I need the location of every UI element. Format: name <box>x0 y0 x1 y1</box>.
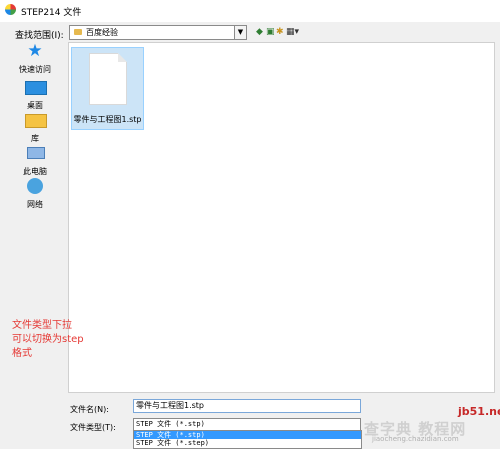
place-label: 库 <box>31 134 39 143</box>
filetype-option[interactable]: STEP 文件 (*.stp) <box>134 431 361 439</box>
window-title: STEP214 文件 <box>21 8 82 18</box>
lookin-value: 百度经验 <box>86 28 118 37</box>
filename-input[interactable]: 零件与工程图1.stp <box>133 399 361 413</box>
lookin-label: 查找范围(I): <box>15 31 64 41</box>
app-icon <box>5 4 16 15</box>
desktop-icon <box>25 81 47 95</box>
library-icon <box>25 114 47 128</box>
computer-icon <box>27 147 45 159</box>
network-icon <box>27 178 43 194</box>
filetype-option[interactable]: STEP 文件 (*.step) <box>134 439 361 447</box>
up-folder-icon[interactable]: ▣ <box>266 27 275 37</box>
annotation-line: 可以切换为step <box>12 334 84 345</box>
watermark-top: jb51.net <box>458 405 500 418</box>
place-quick-access[interactable]: ★ 快速访问 <box>13 41 57 75</box>
place-this-pc[interactable]: 此电脑 <box>13 145 57 176</box>
annotation-line: 格式 <box>12 348 32 359</box>
filename-label: 文件名(N): <box>70 405 109 414</box>
annotation-note: 文件类型下拉 可以切换为step 格式 <box>12 319 102 361</box>
title-bar: STEP214 文件 <box>0 0 500 22</box>
chevron-down-icon[interactable]: ▼ <box>234 26 246 39</box>
lookin-combobox[interactable]: 百度经验 ▼ <box>69 25 247 40</box>
file-name: 零件与工程图1.stp <box>73 115 142 124</box>
file-item[interactable]: 零件与工程图1.stp <box>71 47 144 130</box>
view-menu-icon[interactable]: ▦▾ <box>286 27 299 37</box>
place-label: 此电脑 <box>23 167 47 176</box>
star-icon: ★ <box>27 41 43 61</box>
document-icon <box>89 53 127 105</box>
filetype-dropdown-list: STEP 文件 (*.stp) STEP 文件 (*.step) <box>133 430 362 449</box>
place-label: 快速访问 <box>19 65 51 74</box>
place-label: 桌面 <box>27 101 43 110</box>
new-folder-icon[interactable]: ✱ <box>276 27 284 37</box>
annotation-line: 文件类型下拉 <box>12 320 72 331</box>
back-icon[interactable]: ◆ <box>256 27 263 37</box>
place-label: 网络 <box>27 200 43 209</box>
place-desktop[interactable]: 桌面 <box>13 79 57 110</box>
place-library[interactable]: 库 <box>13 112 57 143</box>
folder-icon <box>74 29 82 35</box>
filetype-label: 文件类型(T): <box>70 423 116 432</box>
file-list[interactable]: 零件与工程图1.stp <box>68 42 495 393</box>
place-network[interactable]: 网络 <box>13 178 57 209</box>
file-dialog: STEP214 文件 查找范围(I): 百度经验 ▼ ◆ ▣ ✱ ▦▾ ★ 快速… <box>0 0 500 449</box>
watermark-sub: jiaocheng.chazidian.com <box>372 435 459 443</box>
watermark: jb51.net 查字典 教程网 jiaocheng.chazidian.com <box>362 405 500 447</box>
